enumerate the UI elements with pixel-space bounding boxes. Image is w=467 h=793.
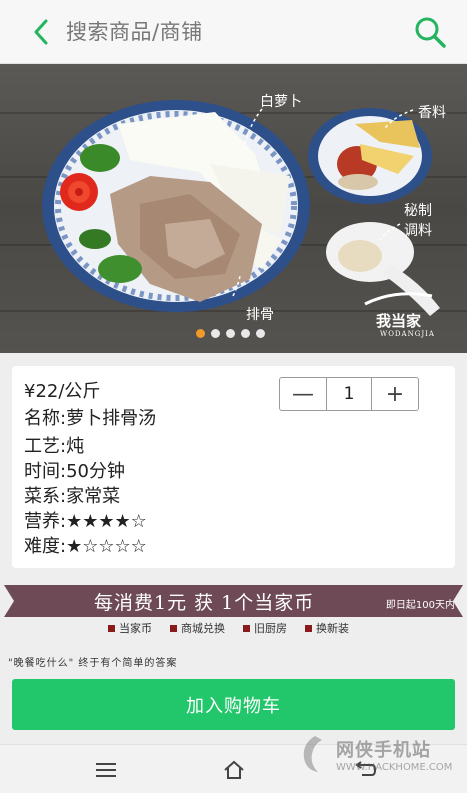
- label-sauce-2: 调料: [404, 223, 432, 239]
- promo-tag: 换新装: [305, 620, 349, 636]
- product-name: 名称:萝卜排骨汤: [24, 408, 157, 429]
- brand-logo: 我当家: [376, 312, 422, 330]
- quantity-stepper: — 1 +: [279, 377, 419, 411]
- label-spice: 香料: [418, 105, 446, 121]
- product-cuisine: 菜系:家常菜: [24, 486, 121, 507]
- top-bar: 搜索商品/商铺: [0, 0, 467, 64]
- home-icon: [224, 760, 244, 779]
- back-button[interactable]: [26, 14, 56, 50]
- price: ¥22/公斤: [24, 381, 101, 402]
- difficulty-rating: 难度:★☆☆☆☆: [24, 536, 147, 557]
- menu-button[interactable]: [93, 758, 119, 782]
- bullet-icon: [170, 624, 177, 632]
- promo-banner[interactable]: 每消费1元 获 1个当家币 即日起100天内: [4, 585, 463, 617]
- search-input[interactable]: 搜索商品/商铺: [66, 16, 203, 46]
- bullet-icon: [243, 624, 250, 632]
- quantity-input[interactable]: 1: [326, 378, 372, 410]
- home-button[interactable]: [221, 758, 247, 782]
- promo-tag: 商城兑换: [170, 620, 225, 636]
- decrease-button[interactable]: —: [280, 378, 326, 410]
- product-time: 时间:50分钟: [24, 461, 125, 482]
- watermark: 网侠手机站 WWW.HACKHOME.COM: [296, 732, 466, 788]
- brand-logo-sub: WODANGJIA: [380, 330, 435, 338]
- product-craft: 工艺:炖: [24, 436, 85, 457]
- carousel-dot[interactable]: [226, 329, 235, 338]
- product-info-card: ¥22/公斤 名称:萝卜排骨汤 工艺:炖 时间:50分钟 菜系:家常菜 营养:★…: [12, 366, 455, 568]
- promo-sub-text: 即日起100天内: [385, 600, 455, 611]
- bullet-icon: [108, 624, 115, 632]
- label-sauce-1: 秘制: [404, 203, 432, 219]
- promo-tag: 旧厨房: [243, 620, 287, 636]
- nutrition-rating: 营养:★★★★☆: [24, 511, 147, 532]
- watermark-logo-icon: [303, 736, 322, 772]
- increase-button[interactable]: +: [372, 378, 418, 410]
- search-button[interactable]: [410, 12, 450, 52]
- search-icon: [415, 17, 446, 48]
- carousel-indicator: [196, 329, 265, 338]
- promo-main-text: 每消费1元 获 1个当家币: [94, 592, 315, 614]
- promo-tags: 当家币 商城兑换 旧厨房 换新装: [108, 620, 349, 636]
- promo-tag: 当家币: [108, 620, 152, 636]
- carousel-dot[interactable]: [241, 329, 250, 338]
- label-radish: 白萝卜: [260, 94, 302, 110]
- add-to-cart-button[interactable]: 加入购物车: [12, 679, 455, 730]
- label-ribs: 排骨: [246, 307, 274, 323]
- carousel-dot[interactable]: [196, 329, 205, 338]
- promo-tagline: "晚餐吃什么" 终于有个简单的答案: [8, 658, 178, 669]
- bullet-icon: [305, 624, 312, 632]
- chevron-left-icon: [34, 19, 48, 45]
- carousel-dot[interactable]: [211, 329, 220, 338]
- carousel-dot[interactable]: [256, 329, 265, 338]
- product-banner[interactable]: 白萝卜 香料 秘制 调料 排骨 我当家 WODANGJIA: [0, 64, 467, 353]
- menu-icon: [96, 763, 116, 777]
